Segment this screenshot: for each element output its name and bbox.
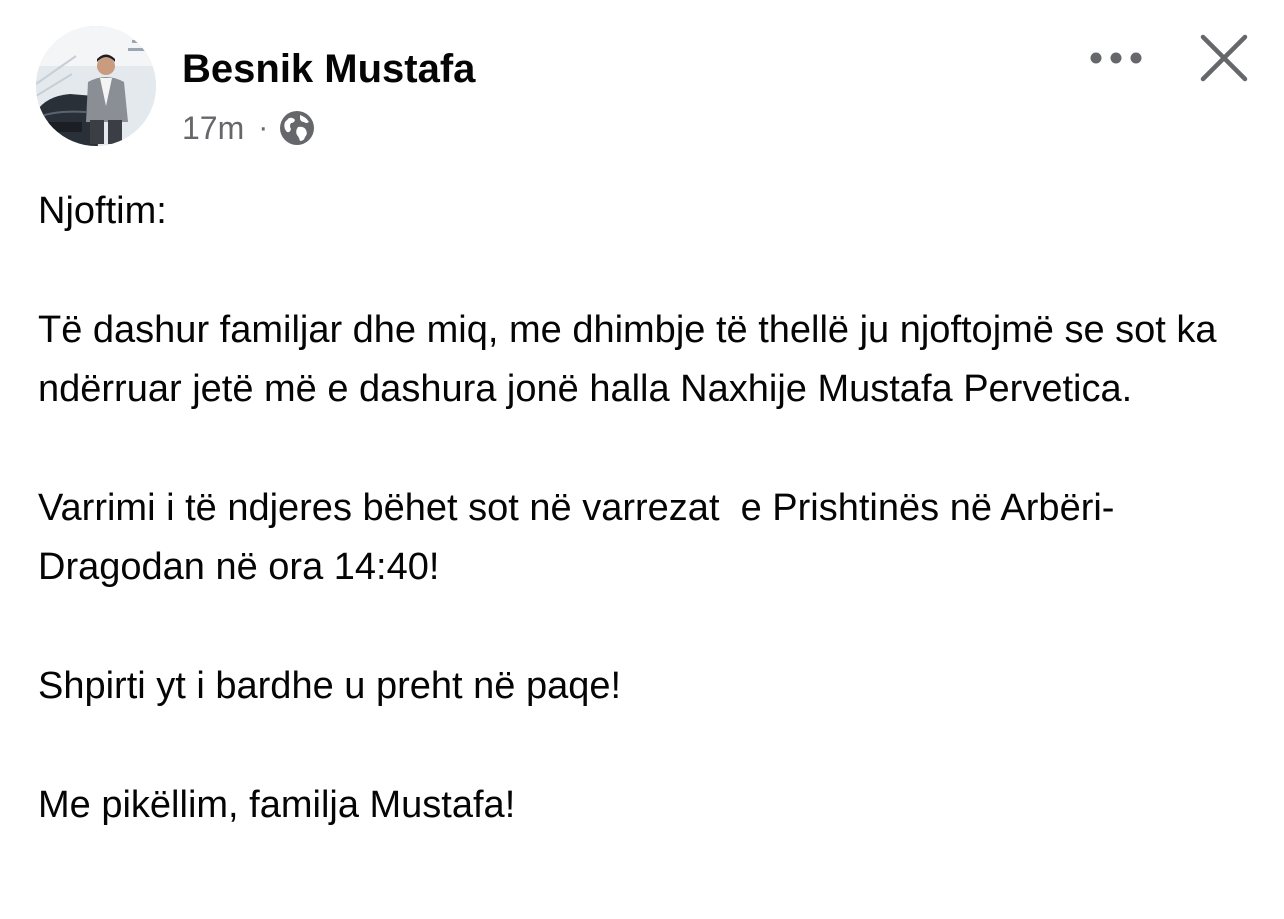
avatar[interactable]	[36, 26, 156, 146]
close-icon	[1200, 34, 1248, 82]
post-paragraph: Me pikëllim, familja Mustafa!	[38, 784, 516, 826]
close-button[interactable]	[1196, 30, 1252, 86]
post-paragraph: Njoftim:	[38, 190, 167, 232]
post-paragraph: Të dashur familjar dhe miq, me dhimbje t…	[38, 309, 1228, 410]
meta-separator: ·	[258, 111, 269, 144]
post-paragraph: Shpirti yt i bardhe u preht në paqe!	[38, 665, 622, 707]
post-text: Njoftim: Të dashur familjar dhe miq, me …	[38, 182, 1258, 895]
author-name[interactable]: Besnik Mustafa	[182, 46, 475, 92]
globe-icon[interactable]	[278, 109, 316, 147]
more-options-icon	[1090, 52, 1142, 64]
post-meta: 17m ·	[182, 106, 316, 150]
more-options-button[interactable]	[1086, 38, 1146, 78]
post-timestamp[interactable]: 17m	[182, 110, 244, 147]
avatar-photo	[36, 26, 156, 146]
post-paragraph: Varrimi i të ndjeres bëhet sot në varrez…	[38, 487, 1115, 588]
